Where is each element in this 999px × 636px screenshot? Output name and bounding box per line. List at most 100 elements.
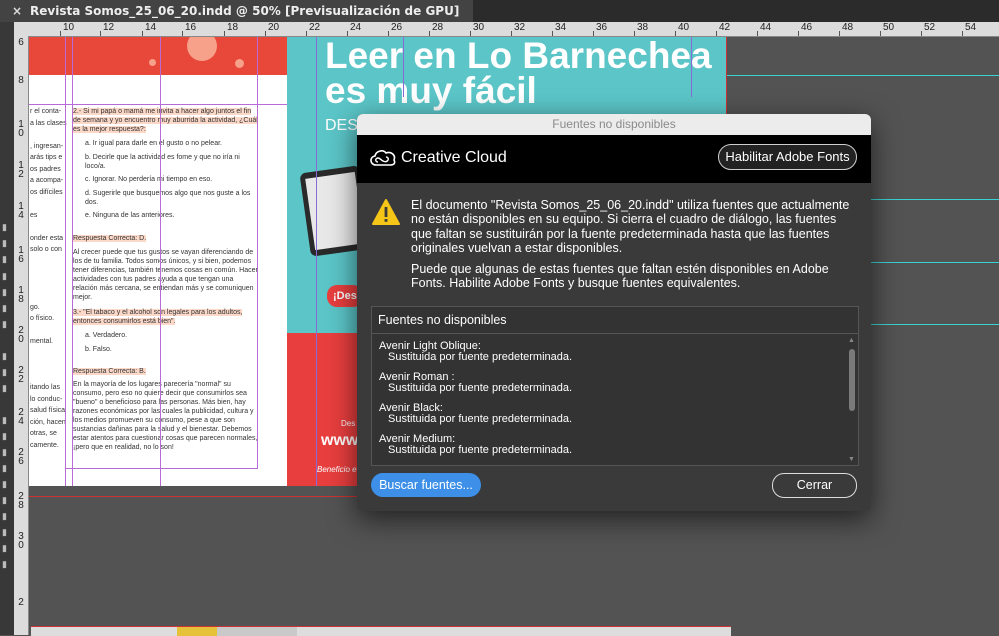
find-fonts-button[interactable]: Buscar fuentes... <box>371 473 481 497</box>
document-tab[interactable]: × Revista Somos_25_06_20.indd @ 50% [Pre… <box>0 0 474 22</box>
list-scrollbar[interactable]: ▲ ▼ <box>847 337 856 463</box>
warning-message: El documento "Revista Somos_25_06_20.ind… <box>411 198 850 255</box>
ruler-guide[interactable] <box>727 75 999 76</box>
page-header-banner <box>29 37 287 75</box>
ruler-tick <box>798 31 799 36</box>
missing-font-status: Sustituida por fuente predeterminada. <box>388 382 573 394</box>
document-tab-title: Revista Somos_25_06_20.indd @ 50% [Previ… <box>30 4 460 18</box>
q3-option-b: b. Falso. <box>85 346 112 353</box>
ruler-guide[interactable] <box>871 199 999 200</box>
tool-icon[interactable]: ▮ <box>2 239 11 248</box>
tool-icon[interactable]: ▮ <box>2 416 11 425</box>
ruler-guide[interactable] <box>871 262 999 263</box>
edge-text-line <box>30 326 68 338</box>
ruler-tick-label: 20 <box>268 22 280 33</box>
missing-font-status: Sustituida por fuente predeterminada. <box>388 413 573 425</box>
tool-icon[interactable]: ▮ <box>2 320 11 329</box>
tool-icon[interactable]: ▮ <box>2 432 11 441</box>
dialog-title: Fuentes no disponibles <box>357 114 871 136</box>
ruler-tick-label: 1 4 <box>18 201 24 221</box>
scroll-down-icon[interactable]: ▼ <box>848 456 855 463</box>
edge-text-line: arás tips e <box>30 154 63 161</box>
edge-text-line <box>30 349 68 361</box>
ruler-tick-label: 48 <box>842 22 854 33</box>
ruler-tick <box>921 31 922 36</box>
tool-icon[interactable]: ▮ <box>2 352 11 361</box>
answer-2: Respuesta Correcta: D. <box>73 235 147 242</box>
ruler-tick-label: 22 <box>309 22 321 33</box>
headline-line-2: es muy fácil <box>325 70 537 111</box>
tool-icon[interactable]: ▮ <box>2 464 11 473</box>
ruler-tick-label: 14 <box>145 22 157 33</box>
ruler-tick-label: 2 0 <box>18 325 24 345</box>
column-guide <box>316 37 317 486</box>
close-dialog-button[interactable]: Cerrar <box>772 473 857 498</box>
ruler-tick-label: 36 <box>596 22 608 33</box>
margin-guide <box>29 104 287 105</box>
q2-option-d: d. Sugerirle que busquemos algo que nos … <box>85 190 251 206</box>
q2-option-b: b. Decirle que la actividad es fome y qu… <box>85 154 240 170</box>
tool-icon[interactable]: ▮ <box>2 512 11 521</box>
edge-text-line <box>30 360 68 372</box>
document-page-left[interactable]: r el conta-a las clases , ingresan-arás t… <box>29 37 287 486</box>
tool-icon[interactable]: ▮ <box>2 384 11 393</box>
tool-icon[interactable]: ▮ <box>2 368 11 377</box>
ruler-tick-label: 52 <box>924 22 936 33</box>
enable-adobe-fonts-button[interactable]: Habilitar Adobe Fonts <box>718 144 857 170</box>
q3-option-a: a. Verdadero. <box>85 332 128 339</box>
ruler-tick <box>100 31 101 36</box>
question-3-text: 3.- "El tabaco y el alcohol son legales … <box>73 309 243 325</box>
edge-text-line: a acompa- <box>30 177 64 184</box>
missing-font-status: Sustituida por fuente predeterminada. <box>388 351 573 363</box>
tool-icon[interactable]: ▮ <box>2 288 11 297</box>
ruler-tick <box>880 31 881 36</box>
red-banner-text: Des <box>341 419 356 428</box>
tool-icon[interactable]: ▮ <box>2 496 11 505</box>
edge-text-line <box>30 372 68 384</box>
ruler-tick <box>388 31 389 36</box>
creative-cloud-label: Creative Cloud <box>401 149 507 166</box>
tool-icon[interactable]: ▮ <box>2 560 11 569</box>
edge-text-line: a las clases <box>30 119 67 127</box>
tool-icon[interactable]: ▮ <box>2 223 11 232</box>
edge-text-line: mental. <box>30 338 53 345</box>
edge-text-line: o físico. <box>30 315 55 322</box>
edge-text-line: onder esta <box>30 234 64 242</box>
missing-fonts-list-header: Fuentes no disponibles <box>372 307 858 334</box>
missing-fonts-list[interactable]: Fuentes no disponibles Avenir Light Obli… <box>371 306 859 466</box>
column-guide <box>403 37 404 97</box>
scroll-up-icon[interactable]: ▲ <box>848 337 855 344</box>
tool-icon[interactable]: ▮ <box>2 255 11 264</box>
margin-guide <box>65 468 258 469</box>
tool-icon[interactable]: ▮ <box>2 544 11 553</box>
question-2-text: 2.- Si mi papá o mamá me invita a hacer … <box>73 108 258 133</box>
benefit-text: Beneficio e <box>317 465 357 474</box>
ruler-tick-label: 6 <box>18 37 24 48</box>
tool-icon[interactable]: ▮ <box>2 528 11 537</box>
missing-font-item[interactable]: Avenir Light Oblique: Sustituida por fuen… <box>379 341 572 363</box>
edge-text-line <box>30 280 68 292</box>
horizontal-ruler[interactable]: 10 12 14 16 18 20 22 24 26 28 30 32 34 36 38 40 42 44 46 48… <box>14 22 999 37</box>
ruler-tick-label: 46 <box>801 22 813 33</box>
decorative-dot <box>149 59 156 66</box>
missing-font-item[interactable]: Avenir Medium: Sustituida por fuente pred… <box>379 434 572 456</box>
ruler-tick <box>224 31 225 36</box>
close-tab-icon[interactable]: × <box>12 0 22 22</box>
q2-option-a: a. Ir igual para darle en el gusto o no … <box>85 140 222 147</box>
tool-icon[interactable]: ▮ <box>2 304 11 313</box>
scroll-thumb[interactable] <box>849 349 855 411</box>
vertical-ruler[interactable]: 6 8 1 0 1 2 1 4 1 6 1 8 2 0 2 2 2 4 2 6 2 8 3 0 2 <box>14 36 29 635</box>
missing-fonts-scroll-area[interactable]: Avenir Light Oblique: Sustituida por fuen… <box>372 335 842 465</box>
tool-icon[interactable]: ▮ <box>2 272 11 281</box>
tool-icon[interactable]: ▮ <box>2 448 11 457</box>
ruler-tick-label: 2 2 <box>18 365 24 385</box>
ruler-tick-label: 2 <box>18 597 24 608</box>
tablet-screen <box>305 171 365 251</box>
missing-font-item[interactable]: Avenir Roman : Sustituida por fuente pred… <box>379 372 572 394</box>
tool-icon[interactable]: ▮ <box>2 480 11 489</box>
missing-font-item[interactable]: Avenir Black: Sustituida por fuente prede… <box>379 403 572 425</box>
ruler-guide[interactable] <box>871 324 999 325</box>
ruler-tick <box>429 31 430 36</box>
adobe-fonts-message: Puede que algunas de estas fuentes que f… <box>411 262 829 291</box>
edge-text-line: r el conta- <box>30 108 62 115</box>
